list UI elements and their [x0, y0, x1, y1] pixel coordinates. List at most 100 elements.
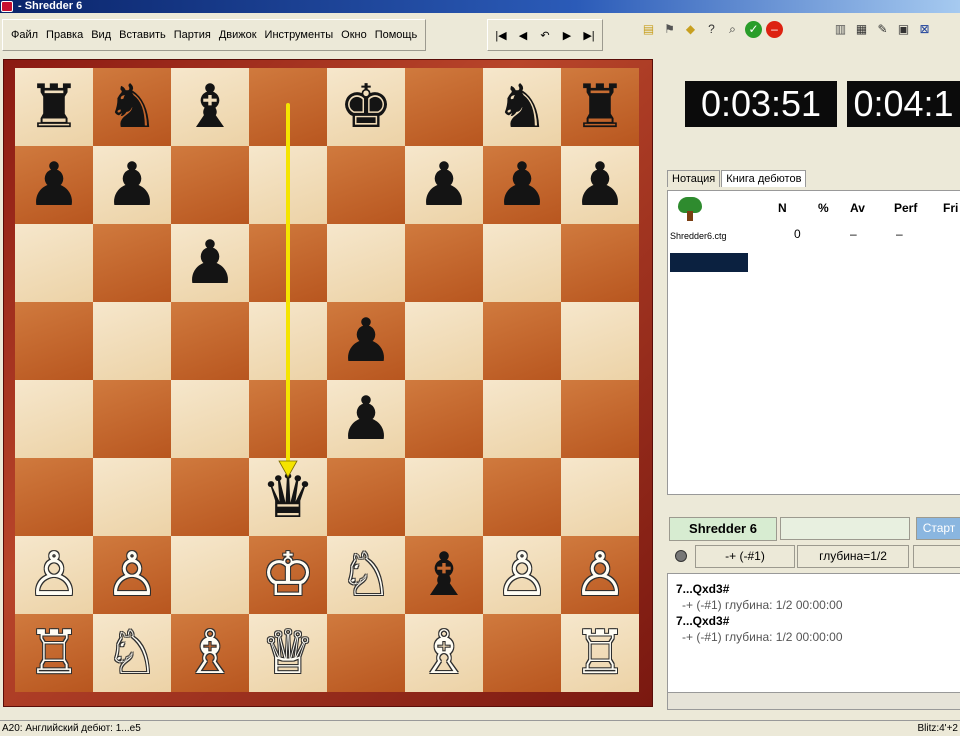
- square-e4[interactable]: ♟: [327, 380, 405, 458]
- horizontal-scrollbar[interactable]: [667, 692, 960, 710]
- chess-piece[interactable]: ♙: [495, 545, 549, 605]
- chess-piece[interactable]: ♙: [573, 545, 627, 605]
- flag-icon[interactable]: ⚑: [661, 21, 678, 38]
- window-icon[interactable]: ▣: [895, 21, 912, 38]
- menu-help[interactable]: Помощь: [371, 29, 422, 41]
- square-a2[interactable]: ♙: [15, 536, 93, 614]
- square-b4[interactable]: [93, 380, 171, 458]
- chess-piece[interactable]: ♞: [495, 77, 549, 137]
- chess-piece[interactable]: ♗: [183, 623, 237, 683]
- square-a6[interactable]: [15, 224, 93, 302]
- square-g5[interactable]: [483, 302, 561, 380]
- square-h3[interactable]: [561, 458, 639, 536]
- chess-piece[interactable]: ♘: [105, 623, 159, 683]
- menu-tools[interactable]: Инструменты: [261, 29, 338, 41]
- square-g3[interactable]: [483, 458, 561, 536]
- edit-icon[interactable]: ✎: [874, 21, 891, 38]
- chess-piece[interactable]: ♟: [573, 155, 627, 215]
- square-a1[interactable]: ♖: [15, 614, 93, 692]
- square-f6[interactable]: [405, 224, 483, 302]
- square-c3[interactable]: [171, 458, 249, 536]
- square-g7[interactable]: ♟: [483, 146, 561, 224]
- menu-window[interactable]: Окно: [337, 29, 371, 41]
- square-d1[interactable]: ♕: [249, 614, 327, 692]
- menu-insert[interactable]: Вставить: [115, 29, 170, 41]
- book-selected-row[interactable]: [670, 253, 748, 272]
- square-b6[interactable]: [93, 224, 171, 302]
- square-f8[interactable]: [405, 68, 483, 146]
- square-c8[interactable]: ♝: [171, 68, 249, 146]
- square-h4[interactable]: [561, 380, 639, 458]
- square-e5[interactable]: ♟: [327, 302, 405, 380]
- square-a3[interactable]: [15, 458, 93, 536]
- square-e2[interactable]: ♘: [327, 536, 405, 614]
- square-d7[interactable]: [249, 146, 327, 224]
- square-h7[interactable]: ♟: [561, 146, 639, 224]
- chess-piece[interactable]: ♜: [573, 77, 627, 137]
- square-c7[interactable]: [171, 146, 249, 224]
- square-f1[interactable]: ♗: [405, 614, 483, 692]
- square-h8[interactable]: ♜: [561, 68, 639, 146]
- chess-piece[interactable]: ♖: [27, 623, 81, 683]
- start-button[interactable]: Старт: [916, 517, 960, 540]
- square-d5[interactable]: [249, 302, 327, 380]
- square-b2[interactable]: ♙: [93, 536, 171, 614]
- chess-piece[interactable]: ♟: [27, 155, 81, 215]
- square-g1[interactable]: [483, 614, 561, 692]
- square-f4[interactable]: [405, 380, 483, 458]
- square-b8[interactable]: ♞: [93, 68, 171, 146]
- chess-piece[interactable]: ♟: [339, 311, 393, 371]
- square-h1[interactable]: ♖: [561, 614, 639, 692]
- square-h6[interactable]: [561, 224, 639, 302]
- square-d8[interactable]: [249, 68, 327, 146]
- board-icon[interactable]: ▦: [853, 21, 870, 38]
- menu-edit[interactable]: Правка: [42, 29, 87, 41]
- menu-engine[interactable]: Движок: [215, 29, 261, 41]
- help-icon[interactable]: ?: [703, 21, 720, 38]
- chess-piece[interactable]: ♞: [105, 77, 159, 137]
- chess-board[interactable]: ♜ ♞ ♝ ♚ ♞ ♜ ♟ ♟ ♟ ♟ ♟ ♟ ♟ ♟ ♛ ♙ ♙ ♔ ♘ ♝ ♙ ♙ ♖ ♘ ♗ ♕ ♗ ♖: [15, 68, 639, 692]
- square-h5[interactable]: [561, 302, 639, 380]
- chess-piece[interactable]: ♝: [417, 545, 471, 605]
- square-f5[interactable]: [405, 302, 483, 380]
- chess-piece[interactable]: ♙: [27, 545, 81, 605]
- chess-piece[interactable]: ♝: [183, 77, 237, 137]
- chess-piece[interactable]: ♔: [261, 545, 315, 605]
- hint-icon[interactable]: ◆: [682, 21, 699, 38]
- chess-piece[interactable]: ♗: [417, 623, 471, 683]
- chess-piece[interactable]: ♟: [183, 233, 237, 293]
- square-h2[interactable]: ♙: [561, 536, 639, 614]
- square-c4[interactable]: [171, 380, 249, 458]
- new-icon[interactable]: ▤: [640, 21, 657, 38]
- chess-piece[interactable]: ♚: [339, 77, 393, 137]
- chess-piece[interactable]: ♟: [417, 155, 471, 215]
- next-move-button[interactable]: ▶: [556, 29, 578, 42]
- square-a4[interactable]: [15, 380, 93, 458]
- square-b5[interactable]: [93, 302, 171, 380]
- book-icon[interactable]: ▥: [832, 21, 849, 38]
- ok-icon[interactable]: ✓: [745, 21, 762, 38]
- tab-opening-book[interactable]: Книга дебютов: [721, 170, 807, 187]
- square-a5[interactable]: [15, 302, 93, 380]
- undo-button[interactable]: ↶: [534, 29, 556, 42]
- square-e7[interactable]: [327, 146, 405, 224]
- square-c5[interactable]: [171, 302, 249, 380]
- square-e8[interactable]: ♚: [327, 68, 405, 146]
- square-f7[interactable]: ♟: [405, 146, 483, 224]
- first-move-button[interactable]: |◀: [490, 29, 512, 42]
- chess-piece[interactable]: ♙: [105, 545, 159, 605]
- square-c1[interactable]: ♗: [171, 614, 249, 692]
- square-d3[interactable]: ♛: [249, 458, 327, 536]
- square-g4[interactable]: [483, 380, 561, 458]
- square-e1[interactable]: [327, 614, 405, 692]
- tab-notation[interactable]: Нотация: [667, 170, 721, 187]
- square-e6[interactable]: [327, 224, 405, 302]
- analyze-icon[interactable]: ⌕: [724, 21, 741, 38]
- chess-piece[interactable]: ♜: [27, 77, 81, 137]
- menu-file[interactable]: Файл: [7, 29, 42, 41]
- square-b7[interactable]: ♟: [93, 146, 171, 224]
- square-d4[interactable]: [249, 380, 327, 458]
- square-b3[interactable]: [93, 458, 171, 536]
- close-icon[interactable]: ⊠: [916, 21, 933, 38]
- chess-piece[interactable]: ♘: [339, 545, 393, 605]
